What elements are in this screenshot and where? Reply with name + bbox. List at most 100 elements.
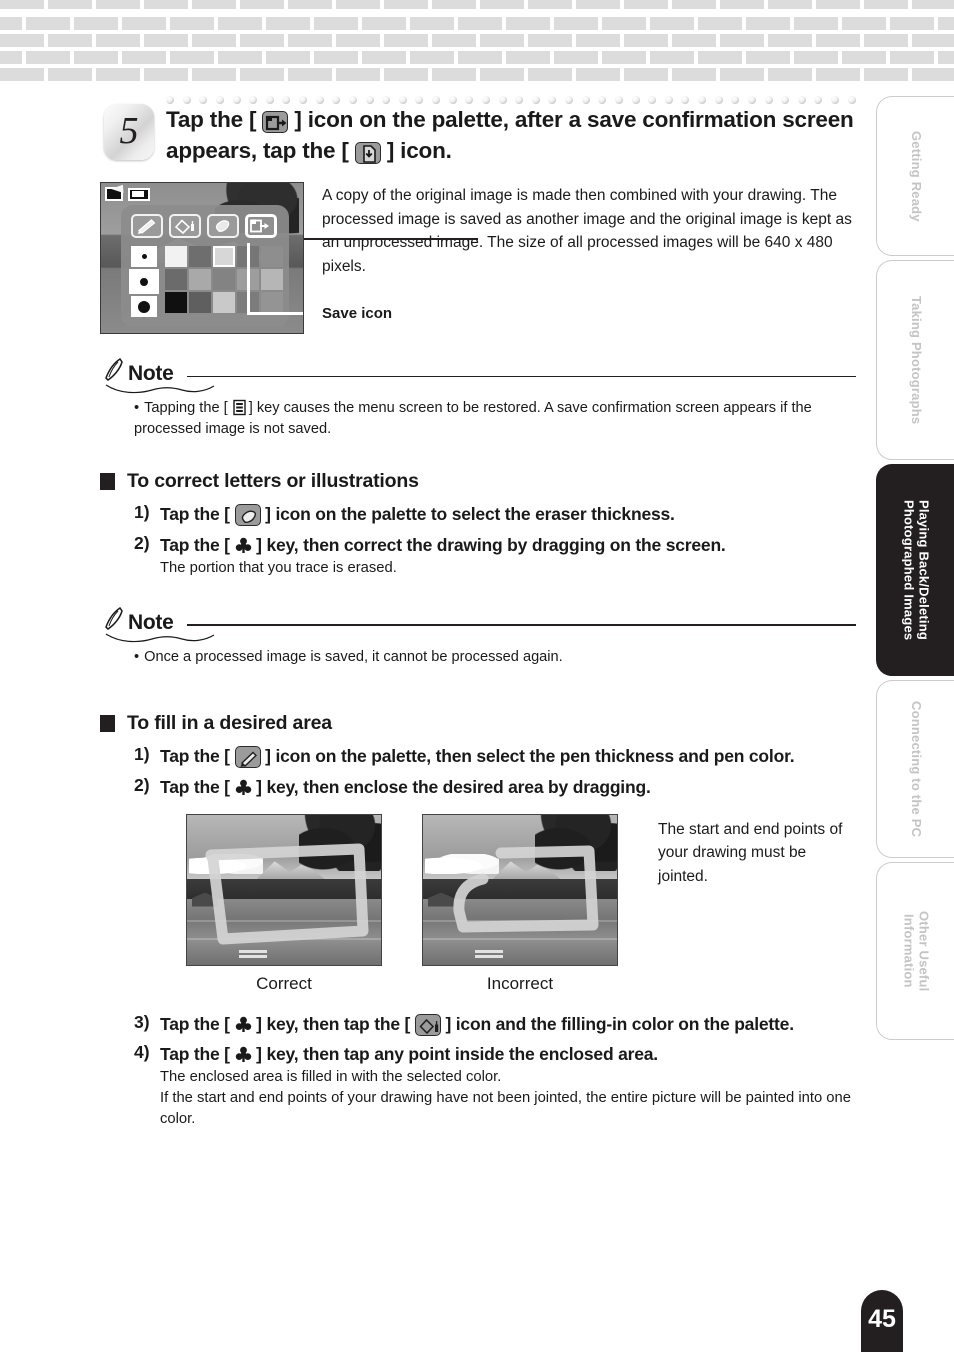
- color-swatch[interactable]: [165, 269, 187, 290]
- bullet-glyph: •: [134, 648, 140, 665]
- bead: [382, 96, 391, 104]
- brick: [890, 51, 934, 64]
- thickness-thin[interactable]: [131, 246, 157, 267]
- bead: [398, 96, 407, 104]
- text-part2: ] key, then tap the [: [256, 1013, 411, 1034]
- brick: [864, 34, 908, 47]
- palette-tool-row: [121, 205, 289, 238]
- brick: [362, 17, 406, 30]
- pen-icon: [234, 745, 261, 768]
- shutter-key-icon: [235, 1045, 252, 1063]
- sidebar-tab-connecting-to-pc[interactable]: Connecting to the PC: [876, 680, 954, 858]
- brick: [698, 17, 742, 30]
- brick: [480, 0, 524, 9]
- brick: [528, 0, 572, 9]
- brick: [122, 51, 166, 64]
- text-part2: ] key, then correct the drawing by dragg…: [256, 535, 726, 556]
- thickness-medium[interactable]: [129, 269, 159, 294]
- color-swatch[interactable]: [261, 246, 283, 267]
- examples-note: The start and end points of your drawing…: [658, 820, 843, 885]
- color-swatch[interactable]: [213, 269, 235, 290]
- list-item-subtext: The portion that you trace is erased.: [160, 560, 397, 576]
- color-swatch[interactable]: [165, 292, 187, 313]
- brick: [938, 51, 954, 64]
- bead: [448, 96, 457, 104]
- step-number: 5: [119, 110, 139, 152]
- color-swatch[interactable]: [213, 292, 235, 313]
- brick: [74, 17, 118, 30]
- brick: [816, 0, 860, 9]
- brick: [144, 34, 188, 47]
- example-photos-row: Correct Incorrect The start and end poin…: [186, 813, 856, 994]
- bead: [814, 96, 823, 104]
- main-content: 5 Tap the [ ] icon on the palette, after…: [100, 92, 856, 1135]
- color-swatch[interactable]: [189, 292, 211, 313]
- drawing-palette: [121, 205, 289, 327]
- eraser-tool-button[interactable]: [207, 214, 239, 238]
- sidebar-tab-playing-back-deleting[interactable]: Playing Back/Deleting Photographed Image…: [876, 464, 954, 676]
- section-bullet-square: [100, 473, 115, 491]
- page-number-badge: 45: [861, 1290, 903, 1352]
- brick: [74, 51, 118, 64]
- note-text: Once a processed image is saved, it cann…: [144, 648, 563, 665]
- paint-bucket-tool-button[interactable]: [169, 214, 201, 238]
- list-item-number: 1): [134, 502, 150, 523]
- brick: [288, 34, 332, 47]
- text-part1: Tap the [: [160, 504, 230, 525]
- brick: [410, 17, 454, 30]
- step-heading-block: 5 Tap the [ ] icon on the palette, after…: [100, 92, 856, 172]
- brick: [48, 0, 92, 9]
- bead: [648, 96, 657, 104]
- color-swatch[interactable]: [261, 292, 283, 313]
- memory-card-icon: [105, 187, 123, 201]
- brick: [912, 34, 954, 47]
- ordered-steps-fill-area-cont: 3) Tap the [ ] key, then tap the [] ico…: [134, 1012, 856, 1130]
- bead: [614, 96, 623, 104]
- note-rule: [187, 624, 856, 626]
- bead: [531, 96, 540, 104]
- color-swatch[interactable]: [261, 269, 283, 290]
- brick: [768, 0, 812, 9]
- sidebar-tab-other-useful-information[interactable]: Other Useful Information: [876, 862, 954, 1040]
- bead-divider: [166, 96, 856, 106]
- color-swatch[interactable]: [213, 246, 235, 267]
- brick: [938, 17, 954, 30]
- palette-lower-row: [121, 238, 289, 317]
- paint-bucket-icon: [414, 1013, 441, 1036]
- note-swish-underline: [104, 631, 216, 643]
- brick: [794, 17, 838, 30]
- brick: [122, 17, 166, 30]
- shutter-key-icon: [235, 536, 252, 554]
- brick: [720, 0, 764, 9]
- brick: [842, 17, 886, 30]
- pen-tool-button[interactable]: [131, 214, 163, 238]
- list-item-number: 2): [134, 533, 150, 554]
- save-tool-button[interactable]: [245, 214, 277, 238]
- brick: [218, 51, 262, 64]
- drawn-open-shape: [453, 845, 599, 933]
- color-swatch[interactable]: [165, 246, 187, 267]
- brick: [170, 17, 214, 30]
- color-swatch[interactable]: [189, 246, 211, 267]
- brick-pattern-header: [0, 0, 954, 81]
- list-item: 2) Tap the [ ] key, then enclose the des…: [134, 775, 856, 800]
- brick: [816, 34, 860, 47]
- brick: [576, 0, 620, 9]
- brick: [768, 34, 812, 47]
- sidebar-tab-label: Getting Ready: [908, 130, 924, 222]
- brick: [314, 51, 358, 64]
- list-item-subtext: The enclosed area is filled in with the …: [160, 1069, 851, 1127]
- bead: [598, 96, 607, 104]
- sidebar-tab-getting-ready[interactable]: Getting Ready: [876, 96, 954, 256]
- brick: [96, 0, 140, 9]
- thickness-thick[interactable]: [131, 296, 157, 317]
- color-swatch[interactable]: [189, 269, 211, 290]
- bead: [714, 96, 723, 104]
- sidebar-tab-taking-photographs[interactable]: Taking Photographs: [876, 260, 954, 460]
- brick: [602, 51, 646, 64]
- brick: [336, 0, 380, 9]
- section-bullet-square: [100, 714, 115, 732]
- save-icon: [262, 111, 289, 133]
- sidebar-tab-label: Playing Back/Deleting Photographed Image…: [901, 499, 932, 641]
- bead: [481, 96, 490, 104]
